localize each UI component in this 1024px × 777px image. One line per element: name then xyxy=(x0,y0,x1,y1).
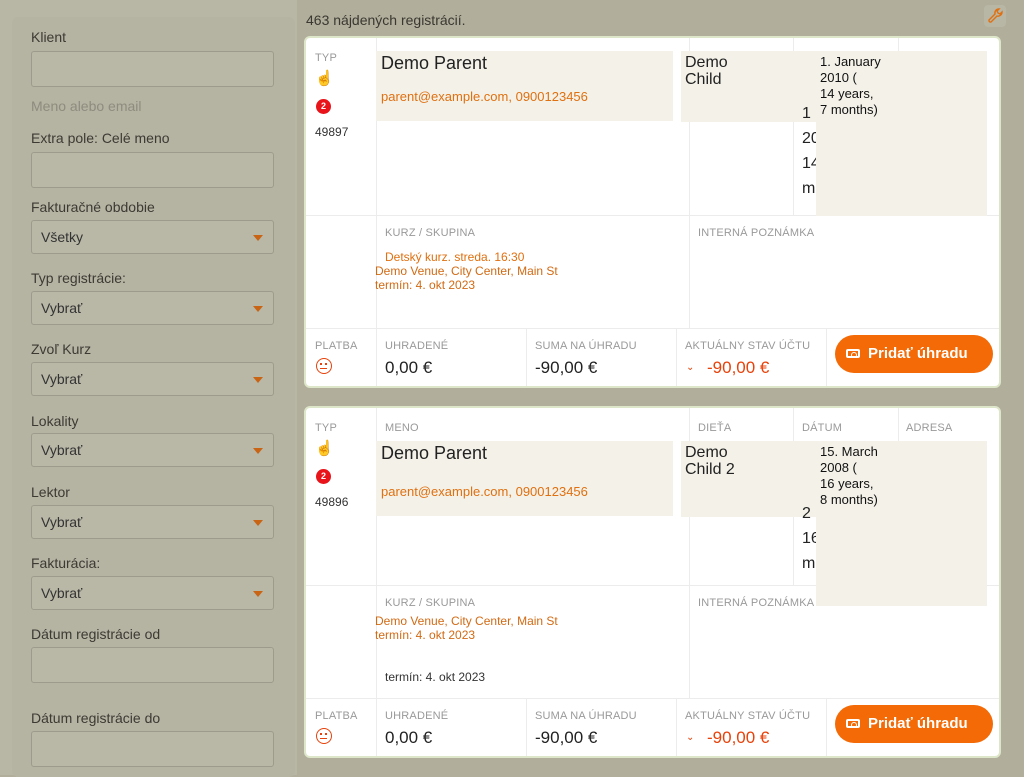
address-header: ADRESA xyxy=(906,422,953,434)
term-text: termín: 4. okt 2023 xyxy=(375,628,476,642)
client-label: Klient xyxy=(31,29,67,45)
venue-text: Demo Venue, City Center, Main St xyxy=(375,614,558,628)
chevron-down-icon xyxy=(253,520,263,526)
balance-header: AKTUÁLNY STAV ÚČTU xyxy=(685,710,811,722)
extra-field-input[interactable] xyxy=(31,152,274,188)
chevron-down-icon[interactable]: ⌄ xyxy=(686,362,694,373)
parent-contact-link[interactable]: parent@example.com, 0900123456 xyxy=(381,484,588,499)
add-payment-label: Pridať úhradu xyxy=(868,715,968,732)
due-amount: -90,00 € xyxy=(535,358,598,377)
lector-select[interactable]: Vybrať xyxy=(31,505,274,539)
date-header: DÁTUM xyxy=(802,422,843,434)
date-from-input[interactable] xyxy=(31,647,274,683)
date-from-label: Dátum registrácie od xyxy=(31,626,161,642)
child-name: Demo Child xyxy=(685,54,728,88)
count-badge: 2 xyxy=(316,469,331,484)
billing-select[interactable]: Vybrať xyxy=(31,576,274,610)
money-bill-icon xyxy=(846,719,860,728)
wrench-icon xyxy=(988,8,1003,23)
add-payment-button[interactable]: Pridať úhradu xyxy=(835,705,993,743)
birth-date: 15. March 2008 ( 16 years, 8 months) xyxy=(820,444,878,507)
registration-type-select[interactable]: Vybrať xyxy=(31,291,274,325)
hand-pointer-icon: ☝ xyxy=(315,70,334,87)
course-header: KURZ / SKUPINA xyxy=(385,227,476,239)
course-header: KURZ / SKUPINA xyxy=(385,597,476,609)
chevron-down-icon[interactable]: ⌄ xyxy=(686,732,694,743)
course-value: Vybrať xyxy=(41,371,83,387)
registration-card: TYP MENO DIEŤA DÁTUM ADRESA ☝ 2 49896 De… xyxy=(304,406,1001,758)
billing-period-label: Fakturačné obdobie xyxy=(31,199,155,215)
term-text: termín: 4. okt 2023 xyxy=(375,278,476,292)
internal-note-header: INTERNÁ POZNÁMKA xyxy=(698,597,815,609)
name-header: MENO xyxy=(385,422,419,434)
registration-type-label: Typ registrácie: xyxy=(31,270,126,286)
chevron-down-icon xyxy=(253,591,263,597)
count-badge: 2 xyxy=(316,99,331,114)
course-label: Zvoľ Kurz xyxy=(31,341,92,357)
location-label: Lokality xyxy=(31,413,79,429)
due-header: SUMA NA ÚHRADU xyxy=(535,340,637,352)
date-to-input[interactable] xyxy=(31,731,274,767)
tools-button[interactable] xyxy=(984,5,1006,27)
balance-amount: -90,00 € xyxy=(707,358,770,377)
filter-sidebar: Klient Meno alebo email Extra pole: Celé… xyxy=(0,0,297,777)
parent-name: Demo Parent xyxy=(381,53,488,73)
course-select[interactable]: Vybrať xyxy=(31,362,274,396)
frown-icon xyxy=(316,358,332,374)
child-name: Demo Child 2 xyxy=(685,444,735,478)
paid-amount: 0,00 € xyxy=(385,728,433,747)
paid-header: UHRADENÉ xyxy=(385,710,449,722)
chevron-down-icon xyxy=(253,448,263,454)
child-header: DIEŤA xyxy=(698,422,732,434)
registration-type-value: Vybrať xyxy=(41,300,83,316)
term-detail: termín: 4. okt 2023 xyxy=(385,670,486,684)
chevron-down-icon xyxy=(253,377,263,383)
chevron-down-icon xyxy=(253,235,263,241)
client-hint: Meno alebo email xyxy=(31,98,142,114)
extra-field-label: Extra pole: Celé meno xyxy=(31,130,170,146)
due-header: SUMA NA ÚHRADU xyxy=(535,710,637,722)
lector-value: Vybrať xyxy=(41,514,83,530)
course-link[interactable]: Detský kurz. streda. 16:30 xyxy=(385,250,524,264)
parent-name: Demo Parent xyxy=(381,443,488,463)
registration-id: 49897 xyxy=(315,125,349,139)
billing-period-select[interactable]: Všetky xyxy=(31,220,274,254)
venue-text: Demo Venue, City Center, Main St xyxy=(375,264,558,278)
payment-header: PLATBA xyxy=(315,710,358,722)
due-amount: -90,00 € xyxy=(535,728,598,747)
internal-note-header: INTERNÁ POZNÁMKA xyxy=(698,227,815,239)
billing-period-value: Všetky xyxy=(41,229,84,245)
paid-amount: 0,00 € xyxy=(385,358,433,377)
billing-label: Fakturácia: xyxy=(31,555,101,571)
registration-card: TYP ☝ 2 49897 Demo Parent parent@example… xyxy=(304,36,1001,388)
hand-pointer-icon: ☝ xyxy=(315,440,334,457)
balance-amount: -90,00 € xyxy=(707,728,770,747)
results-count: 463 nájdených registrácií. xyxy=(306,12,466,28)
paid-header: UHRADENÉ xyxy=(385,340,449,352)
type-header: TYP xyxy=(315,422,337,434)
parent-contact-link[interactable]: parent@example.com, 0900123456 xyxy=(381,89,588,104)
billing-value: Vybrať xyxy=(41,585,83,601)
birth-date: 1. January 2010 ( 14 years, 7 months) xyxy=(820,54,881,117)
frown-icon xyxy=(316,728,332,744)
type-header: TYP xyxy=(315,52,337,64)
lector-label: Lektor xyxy=(31,484,70,500)
registration-id: 49896 xyxy=(315,495,349,509)
payment-header: PLATBA xyxy=(315,340,358,352)
balance-header: AKTUÁLNY STAV ÚČTU xyxy=(685,340,811,352)
add-payment-button[interactable]: Pridať úhradu xyxy=(835,335,993,373)
chevron-down-icon xyxy=(253,306,263,312)
client-input[interactable] xyxy=(31,51,274,87)
location-select[interactable]: Vybrať xyxy=(31,433,274,467)
money-bill-icon xyxy=(846,349,860,358)
location-value: Vybrať xyxy=(41,442,83,458)
date-to-label: Dátum registrácie do xyxy=(31,710,161,726)
add-payment-label: Pridať úhradu xyxy=(868,345,968,362)
